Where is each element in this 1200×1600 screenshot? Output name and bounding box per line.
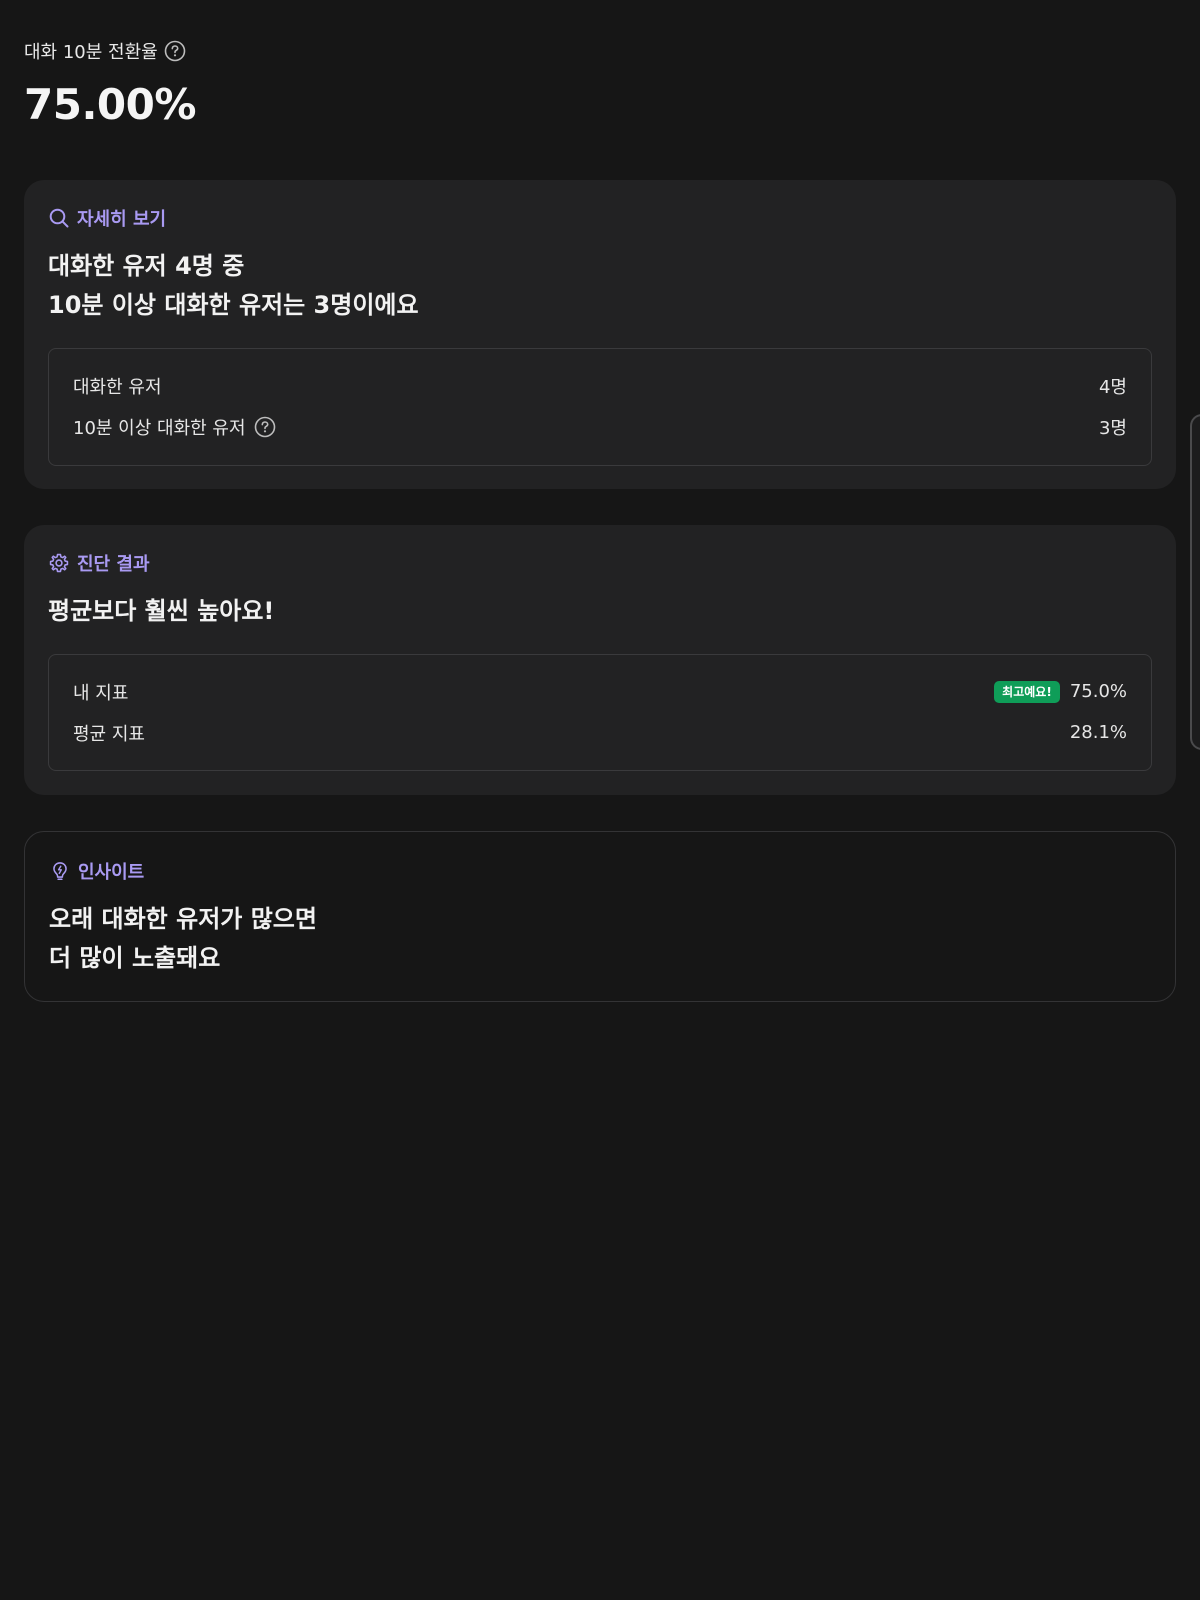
page: 대화 10분 전환율 75.00% 자세히 보기 대화한 유저 4명 중 10분…	[0, 0, 1200, 1600]
stat-label: 대화한 유저	[73, 376, 162, 398]
question-circle-icon[interactable]	[254, 416, 276, 438]
side-panel-edge[interactable]	[1190, 414, 1200, 750]
diagnosis-card-header: 진단 결과 평균보다 훨씬 높아요!	[48, 550, 274, 631]
stat-label: 내 지표	[73, 682, 129, 704]
metric-header: 대화 10분 전환율 75.00%	[24, 36, 196, 129]
stat-label: 평균 지표	[73, 723, 145, 745]
stat-row-my-metric: 내 지표 최고예요! 75.0%	[73, 671, 1127, 712]
diagnosis-tag: 진단 결과	[48, 550, 274, 576]
stat-value: 75.0%	[1069, 681, 1127, 702]
metric-label: 대화 10분 전환율	[24, 42, 158, 63]
insight-card: 인사이트 오래 대화한 유저가 많으면 더 많이 노출돼요	[24, 831, 1176, 1002]
stat-row-10min-users: 10분 이상 대화한 유저 3명	[73, 406, 1127, 447]
lightbulb-icon	[49, 860, 71, 882]
detail-title-line1: 대화한 유저 4명 중	[48, 252, 245, 280]
detail-card-title: 대화한 유저 4명 중 10분 이상 대화한 유저는 3명이에요	[48, 247, 419, 325]
insight-tag-label: 인사이트	[78, 862, 145, 883]
detail-tag-label: 자세히 보기	[77, 209, 167, 230]
stat-row-average-metric: 평균 지표 28.1%	[73, 712, 1127, 753]
diagnosis-tag-label: 진단 결과	[77, 554, 150, 575]
metric-label-row: 대화 10분 전환율	[24, 36, 196, 66]
stat-value: 3명	[1098, 417, 1127, 439]
stat-label: 10분 이상 대화한 유저	[73, 417, 246, 439]
insight-card-header: 인사이트 오래 대화한 유저가 많으면 더 많이 노출돼요	[49, 858, 317, 978]
detail-card-header: 자세히 보기 대화한 유저 4명 중 10분 이상 대화한 유저는 3명이에요	[48, 205, 419, 325]
stat-value: 4명	[1098, 376, 1127, 398]
metric-value: 75.00%	[24, 80, 196, 129]
detail-card: 자세히 보기 대화한 유저 4명 중 10분 이상 대화한 유저는 3명이에요 …	[24, 180, 1176, 489]
stat-value: 28.1%	[1069, 722, 1127, 743]
gear-icon	[48, 552, 70, 574]
stat-row-users: 대화한 유저 4명	[73, 365, 1127, 406]
question-circle-icon[interactable]	[164, 40, 186, 62]
insight-tag: 인사이트	[49, 858, 317, 884]
detail-title-line2: 10분 이상 대화한 유저는 3명이에요	[48, 291, 419, 319]
detail-stat-box: 대화한 유저 4명 10분 이상 대화한 유저 3명	[48, 348, 1152, 466]
status-badge: 최고예요!	[994, 680, 1060, 703]
insight-card-title: 오래 대화한 유저가 많으면 더 많이 노출돼요	[49, 900, 317, 978]
insight-title-line2: 더 많이 노출돼요	[49, 944, 221, 972]
diagnosis-card-title: 평균보다 훨씬 높아요!	[48, 597, 275, 625]
search-icon	[48, 207, 70, 229]
diagnosis-stat-box: 내 지표 최고예요! 75.0% 평균 지표 28.1%	[48, 654, 1152, 771]
diagnosis-card: 진단 결과 평균보다 훨씬 높아요! 내 지표 최고예요! 75.0% 평균 지…	[24, 525, 1176, 795]
detail-tag: 자세히 보기	[48, 205, 419, 231]
insight-title-line1: 오래 대화한 유저가 많으면	[49, 905, 317, 933]
